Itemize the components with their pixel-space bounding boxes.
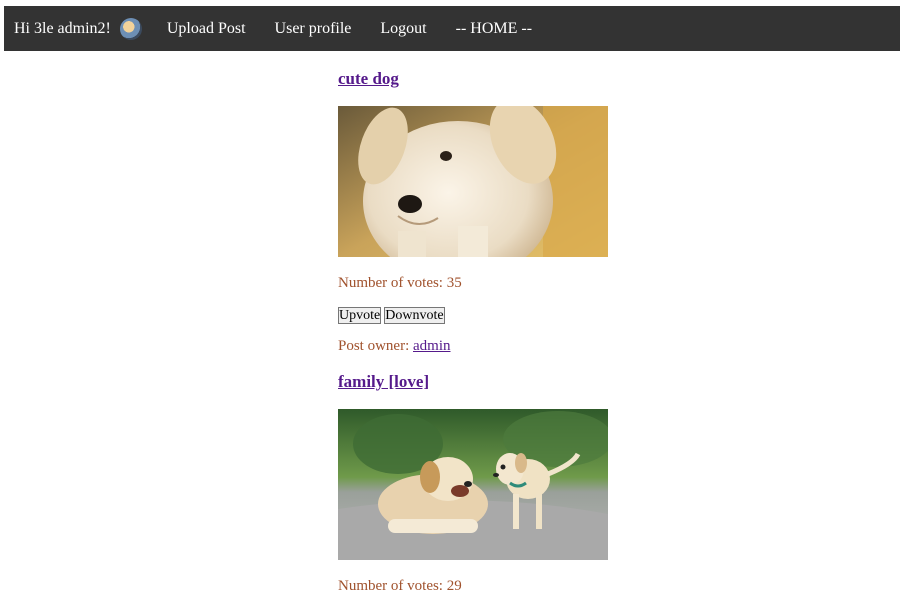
user-greeting: Hi 3le admin2!	[14, 17, 142, 40]
post-title-link[interactable]: family [love]	[338, 372, 429, 392]
post-owner-link[interactable]: admin	[413, 338, 451, 354]
upvote-button[interactable]: Upvote	[338, 307, 382, 324]
nav-user-profile-link[interactable]: User profile	[275, 20, 352, 38]
post-owner-label: Post owner:	[338, 338, 413, 354]
vote-count: Number of votes: 29	[338, 578, 462, 594]
avatar	[119, 17, 142, 40]
post-owner: Post owner: admin	[338, 338, 451, 355]
nav-logout-link[interactable]: Logout	[380, 20, 426, 38]
downvote-button[interactable]: Downvote	[384, 307, 445, 324]
post-title-link[interactable]: cute dog	[338, 69, 399, 89]
vote-count: Number of votes: 35	[338, 275, 462, 291]
post-image	[338, 409, 608, 560]
puppy-photo	[338, 106, 608, 257]
nav-home-link[interactable]: -- HOME --	[456, 20, 532, 38]
dogs-family-photo	[338, 409, 608, 560]
post-image	[338, 106, 608, 257]
nav-upload-post-link[interactable]: Upload Post	[167, 20, 246, 38]
vote-buttons: Upvote Downvote	[338, 307, 448, 324]
greeting-text: Hi 3le admin2!	[14, 19, 111, 37]
top-navbar: Hi 3le admin2! Upload Post User profile …	[4, 6, 900, 51]
